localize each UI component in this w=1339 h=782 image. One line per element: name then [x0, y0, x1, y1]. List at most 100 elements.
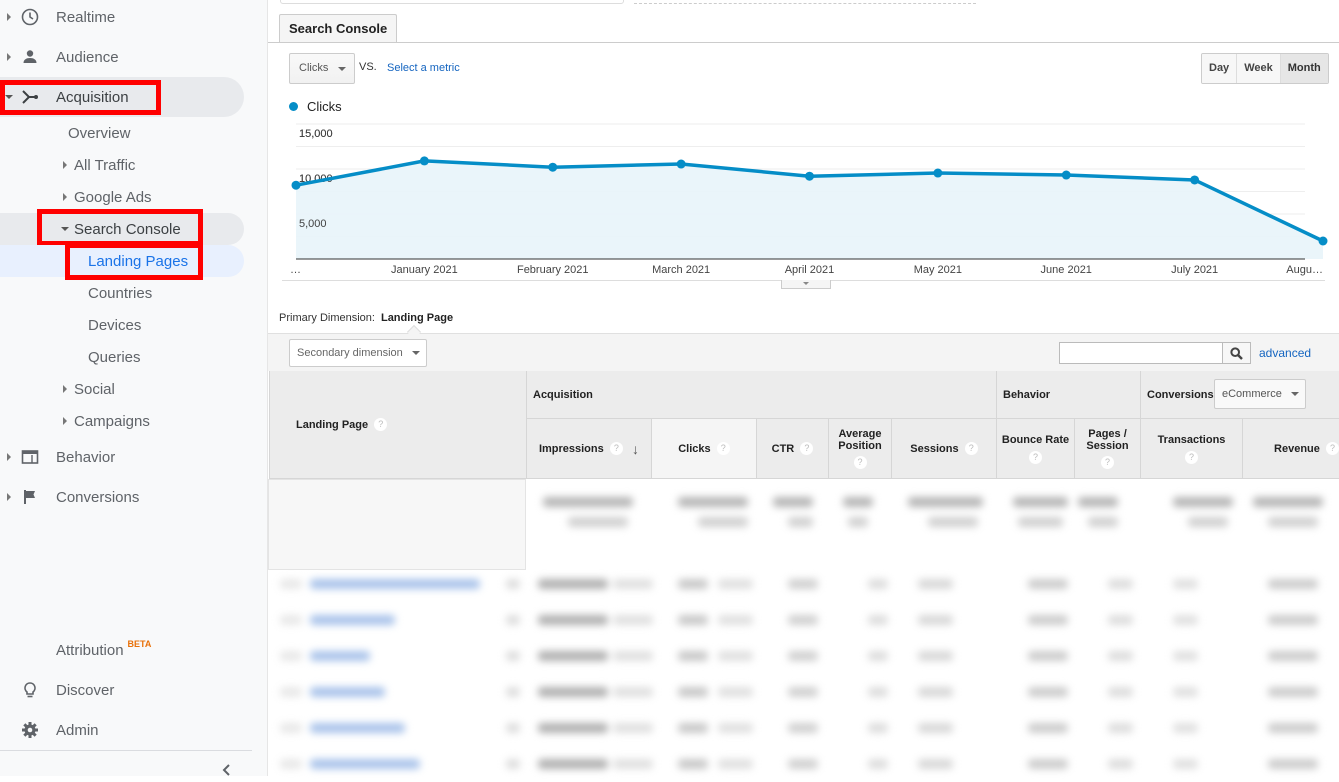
- nav-behavior[interactable]: Behavior: [0, 437, 244, 477]
- chart-legend: Clicks: [289, 99, 342, 114]
- nav-countries[interactable]: Countries: [0, 277, 244, 309]
- primary-dimension-value[interactable]: Landing Page: [381, 312, 453, 324]
- blurred-cell: [773, 497, 813, 507]
- help-icon[interactable]: ?: [374, 418, 388, 431]
- blurred-cell: [788, 723, 818, 733]
- vs-label: VS.: [359, 61, 377, 73]
- help-icon[interactable]: ?: [1185, 450, 1198, 464]
- blurred-cell: [506, 723, 520, 733]
- blurred-cell: [918, 651, 953, 661]
- blurred-cell: [310, 759, 420, 769]
- tab-divider: [268, 42, 1339, 43]
- nav-social[interactable]: Social: [0, 373, 244, 405]
- help-icon[interactable]: ?: [853, 456, 867, 469]
- blurred-cell: [718, 759, 753, 769]
- blurred-cell: [613, 687, 653, 697]
- nav-admin[interactable]: Admin: [0, 710, 244, 750]
- nav-discover[interactable]: Discover: [0, 670, 244, 710]
- metric-select[interactable]: Clicks: [289, 53, 355, 84]
- nav-audience[interactable]: Audience: [0, 37, 244, 77]
- column-ctr[interactable]: CTR ?: [757, 419, 829, 479]
- blurred-cell: [1108, 759, 1133, 769]
- help-icon[interactable]: ?: [1101, 456, 1114, 469]
- clock-icon: [21, 8, 39, 26]
- column-sessions[interactable]: Sessions ?: [892, 419, 997, 479]
- data-point: [419, 156, 429, 166]
- blurred-cell: [280, 723, 302, 733]
- chart-collapse-toggle[interactable]: [781, 280, 831, 289]
- blurred-cell: [310, 579, 480, 589]
- blurred-cell: [718, 615, 753, 625]
- granularity-week-button[interactable]: Week: [1237, 54, 1281, 83]
- help-icon[interactable]: ?: [1326, 442, 1339, 455]
- metric-select-value: Clicks: [299, 62, 329, 74]
- group-label: Conversions: [1147, 388, 1214, 401]
- nav-overview[interactable]: Overview: [0, 117, 244, 149]
- column-bounce-rate[interactable]: Bounce Rate?: [997, 419, 1075, 479]
- x-tick-label: Augu…: [1286, 264, 1323, 276]
- help-icon[interactable]: ?: [964, 442, 978, 455]
- column-average-position[interactable]: Average Position?: [829, 419, 892, 479]
- search-button[interactable]: [1222, 342, 1251, 364]
- clicks-chart: 15,00010,0005,00015,00010,0005,000…Janua…: [290, 123, 1328, 276]
- column-impressions[interactable]: Impressions ? ↓: [527, 419, 652, 479]
- data-point: [676, 159, 686, 169]
- blurred-cell: [1108, 651, 1133, 661]
- tab-search-console[interactable]: Search Console: [279, 14, 398, 43]
- blurred-cell: [928, 517, 978, 527]
- help-icon[interactable]: ?: [800, 442, 814, 455]
- sort-descending-icon[interactable]: ↓: [632, 442, 639, 456]
- date-range-box[interactable]: [280, 0, 624, 4]
- legend-dot: [289, 102, 298, 111]
- column-transactions[interactable]: Transactions?: [1141, 419, 1243, 479]
- nav-label: Campaigns: [74, 412, 150, 430]
- nav-all-traffic[interactable]: All Traffic: [0, 149, 244, 181]
- column-pages-per-session[interactable]: Pages / Session?: [1075, 419, 1141, 479]
- secondary-dimension-select[interactable]: Secondary dimension: [289, 339, 427, 367]
- nav-search-console[interactable]: Search Console: [0, 213, 244, 245]
- gear-icon: [21, 721, 39, 739]
- help-icon[interactable]: ?: [609, 442, 623, 455]
- nav-queries[interactable]: Queries: [0, 341, 244, 373]
- nav-campaigns[interactable]: Campaigns: [0, 405, 244, 437]
- chevron-left-icon[interactable]: [220, 763, 234, 777]
- column-landing-page[interactable]: Landing Page ?: [269, 371, 527, 479]
- blurred-cell: [918, 615, 953, 625]
- table-header: Landing Page ? Acquisition Behavior Conv…: [268, 371, 1339, 479]
- x-tick-label: February 2021: [517, 264, 589, 276]
- table-search-input[interactable]: [1059, 342, 1223, 364]
- column-clicks[interactable]: Clicks ?: [652, 419, 757, 479]
- nav-landing-pages[interactable]: Landing Pages: [0, 245, 244, 277]
- granularity-day-button[interactable]: Day: [1202, 54, 1238, 83]
- column-revenue[interactable]: Revenue ?: [1243, 419, 1339, 479]
- y-tick-label: 15,000: [299, 128, 333, 140]
- blurred-cell: [538, 615, 608, 625]
- primary-dimension: Primary Dimension: Landing Page: [279, 312, 453, 324]
- help-icon[interactable]: ?: [1029, 450, 1042, 464]
- x-tick-label: June 2021: [1041, 264, 1092, 276]
- granularity-month-button[interactable]: Month: [1280, 54, 1328, 83]
- nav-attribution[interactable]: Attribution BETA: [0, 630, 244, 670]
- data-point: [291, 180, 301, 190]
- blurred-cell: [310, 687, 385, 697]
- nav-conversions[interactable]: Conversions: [0, 477, 244, 517]
- conversions-select[interactable]: eCommerce: [1214, 379, 1306, 409]
- nav-devices[interactable]: Devices: [0, 309, 244, 341]
- blurred-cell: [1028, 579, 1068, 589]
- blurred-cell: [868, 687, 888, 697]
- x-tick-label: March 2021: [652, 264, 710, 276]
- blurred-cell: [1268, 615, 1318, 625]
- column-label: Revenue: [1274, 442, 1320, 455]
- nav-label: Behavior: [56, 448, 116, 466]
- sidebar: Realtime Audience Acquisition Overview A…: [0, 0, 268, 776]
- blurred-cell: [1268, 517, 1318, 527]
- help-icon[interactable]: ?: [716, 442, 730, 455]
- nav-acquisition[interactable]: Acquisition: [0, 77, 244, 117]
- nav-realtime[interactable]: Realtime: [0, 0, 244, 37]
- blurred-cell: [678, 687, 708, 697]
- nav-google-ads[interactable]: Google Ads: [0, 181, 244, 213]
- advanced-link[interactable]: advanced: [1259, 346, 1311, 360]
- blurred-cell: [1173, 651, 1198, 661]
- select-metric-link[interactable]: Select a metric: [387, 62, 460, 74]
- blurred-cell: [310, 615, 395, 625]
